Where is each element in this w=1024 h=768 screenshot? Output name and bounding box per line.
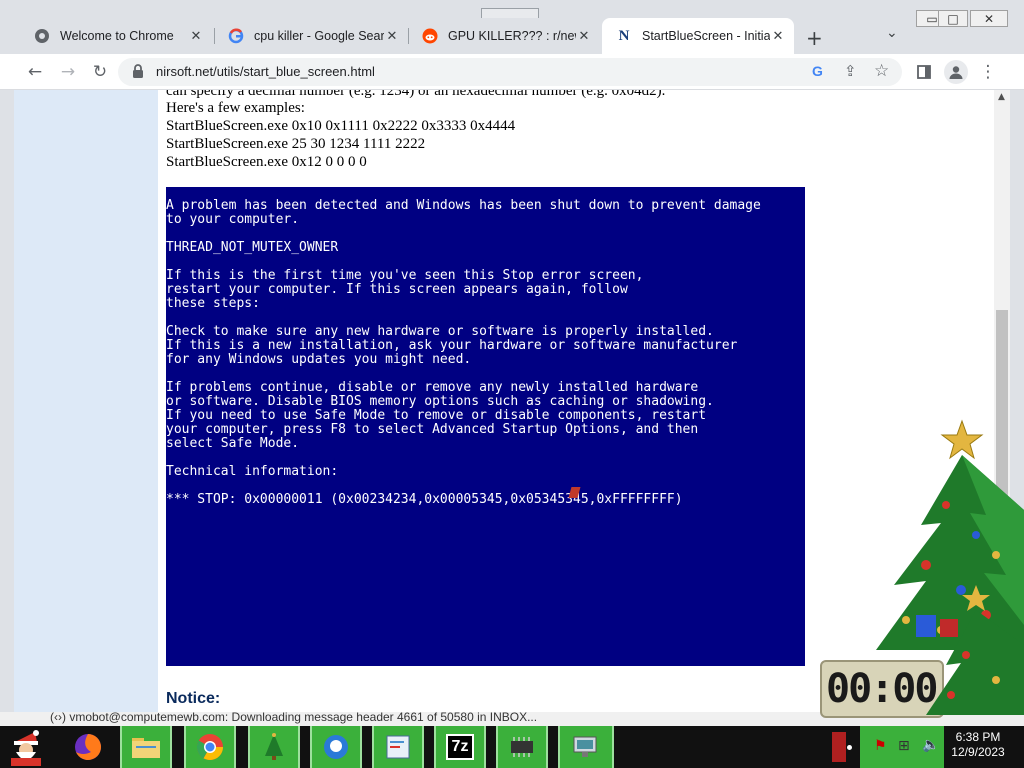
notice-heading: Notice: bbox=[166, 690, 221, 707]
browser-toolbar: ← → ↻ nirsoft.net/utils/start_blue_scree… bbox=[0, 54, 1024, 90]
address-bar[interactable]: nirsoft.net/utils/start_blue_screen.html… bbox=[118, 58, 902, 86]
close-tab-icon[interactable]: ✕ bbox=[188, 29, 204, 44]
examples-intro: Here's a few examples: bbox=[166, 100, 305, 116]
example-line: StartBlueScreen.exe 25 30 1234 1111 2222 bbox=[166, 136, 426, 152]
taskbar-clock[interactable]: 6:38 PM 12/9/2023 bbox=[948, 730, 1008, 760]
side-panel-icon[interactable] bbox=[912, 60, 936, 84]
status-text: (‹›) vmobot@computemewb.com: Downloading… bbox=[50, 710, 538, 724]
bookmark-star-icon[interactable]: ☆ bbox=[874, 61, 889, 81]
file-explorer-icon[interactable] bbox=[120, 726, 172, 768]
partial-text-line: can specify a decimal number (e.g. 1234)… bbox=[166, 90, 666, 99]
reddit-icon bbox=[422, 28, 438, 44]
tab-gpu-killer-reddit[interactable]: GPU KILLER??? : r/newwindows ✕ bbox=[408, 18, 600, 54]
tab-cpu-killer-search[interactable]: cpu killer - Google Search ✕ bbox=[214, 18, 408, 54]
tray-network-icon[interactable]: ⊞ bbox=[898, 738, 910, 754]
blue-screen-image: A problem has been detected and Windows … bbox=[166, 187, 805, 666]
tab-search-button[interactable]: ⌄ bbox=[886, 25, 898, 41]
tab-welcome-to-chrome[interactable]: Welcome to Chrome ✕ bbox=[20, 18, 212, 54]
url-text[interactable]: nirsoft.net/utils/start_blue_screen.html bbox=[156, 64, 375, 79]
messenger-icon[interactable] bbox=[310, 726, 362, 768]
system-tray: ⚑ ⊞ 🔈 bbox=[860, 726, 944, 768]
network-monitor-icon[interactable] bbox=[558, 726, 614, 768]
chrome-icon bbox=[34, 28, 50, 44]
tab-strip: ▭ □ ✕ Welcome to Chrome ✕ cpu killer - G… bbox=[0, 0, 1024, 54]
paint-icon[interactable] bbox=[372, 726, 424, 768]
tray-indicator[interactable] bbox=[832, 732, 846, 762]
close-tab-icon[interactable]: ✕ bbox=[770, 29, 786, 44]
chrome-taskbar-icon[interactable] bbox=[184, 726, 236, 768]
page-viewport: can specify a decimal number (e.g. 1234)… bbox=[14, 90, 1010, 712]
nirsoft-icon: N bbox=[618, 27, 630, 44]
profile-avatar-icon[interactable] bbox=[944, 60, 968, 84]
tray-flag-icon[interactable]: ⚑ bbox=[874, 738, 887, 754]
reload-button[interactable]: ↻ bbox=[88, 60, 112, 84]
maximize-button[interactable]: □ bbox=[938, 10, 968, 27]
close-window-button[interactable]: ✕ bbox=[970, 10, 1008, 27]
clock-date: 12/9/2023 bbox=[951, 745, 1005, 759]
christmas-tree-gadget[interactable] bbox=[866, 415, 1024, 725]
firefox-icon[interactable] bbox=[64, 726, 112, 768]
forward-button[interactable]: → bbox=[56, 60, 80, 84]
google-lens-icon[interactable]: G bbox=[812, 63, 823, 79]
christmas-tree-taskbar-icon[interactable] bbox=[248, 726, 300, 768]
7zip-label: 7z bbox=[445, 734, 475, 760]
example-line: StartBlueScreen.exe 0x12 0 0 0 0 bbox=[166, 154, 367, 170]
tab-title: StartBlueScreen - Initiate bbox=[642, 29, 770, 43]
window-drag-grip[interactable] bbox=[481, 8, 539, 18]
blue-screen-text: A problem has been detected and Windows … bbox=[166, 198, 761, 507]
scroll-up-arrow-icon[interactable]: ▲ bbox=[998, 92, 1005, 102]
tab-title: GPU KILLER??? : r/newwindows bbox=[448, 29, 576, 43]
clock-time: 6:38 PM bbox=[955, 730, 1001, 744]
google-icon bbox=[228, 28, 244, 44]
page-left-sidebar bbox=[14, 90, 158, 712]
lock-icon[interactable] bbox=[132, 64, 144, 83]
start-button-santa-icon[interactable] bbox=[0, 726, 52, 768]
example-line: StartBlueScreen.exe 0x10 0x1111 0x2222 0… bbox=[166, 118, 516, 134]
close-tab-icon[interactable]: ✕ bbox=[576, 29, 592, 44]
chrome-menu-icon[interactable]: ⋮ bbox=[976, 60, 1000, 84]
tab-startbluescreen[interactable]: N StartBlueScreen - Initiate ✕ bbox=[602, 18, 794, 54]
close-tab-icon[interactable]: ✕ bbox=[384, 29, 400, 44]
7zip-icon[interactable]: 7z bbox=[434, 726, 486, 768]
volume-icon[interactable]: 🔈 bbox=[922, 737, 939, 753]
tray-dot-icon bbox=[847, 745, 852, 750]
new-tab-button[interactable]: + bbox=[806, 26, 823, 50]
taskbar: 7z ⚑ ⊞ 🔈 6:38 PM 12/9/2023 bbox=[0, 726, 1024, 768]
back-button[interactable]: ← bbox=[23, 60, 47, 84]
chip-icon[interactable] bbox=[496, 726, 548, 768]
tab-title: Welcome to Chrome bbox=[60, 29, 174, 43]
share-icon[interactable]: ⇪ bbox=[844, 62, 857, 80]
tab-title: cpu killer - Google Search bbox=[254, 29, 384, 43]
